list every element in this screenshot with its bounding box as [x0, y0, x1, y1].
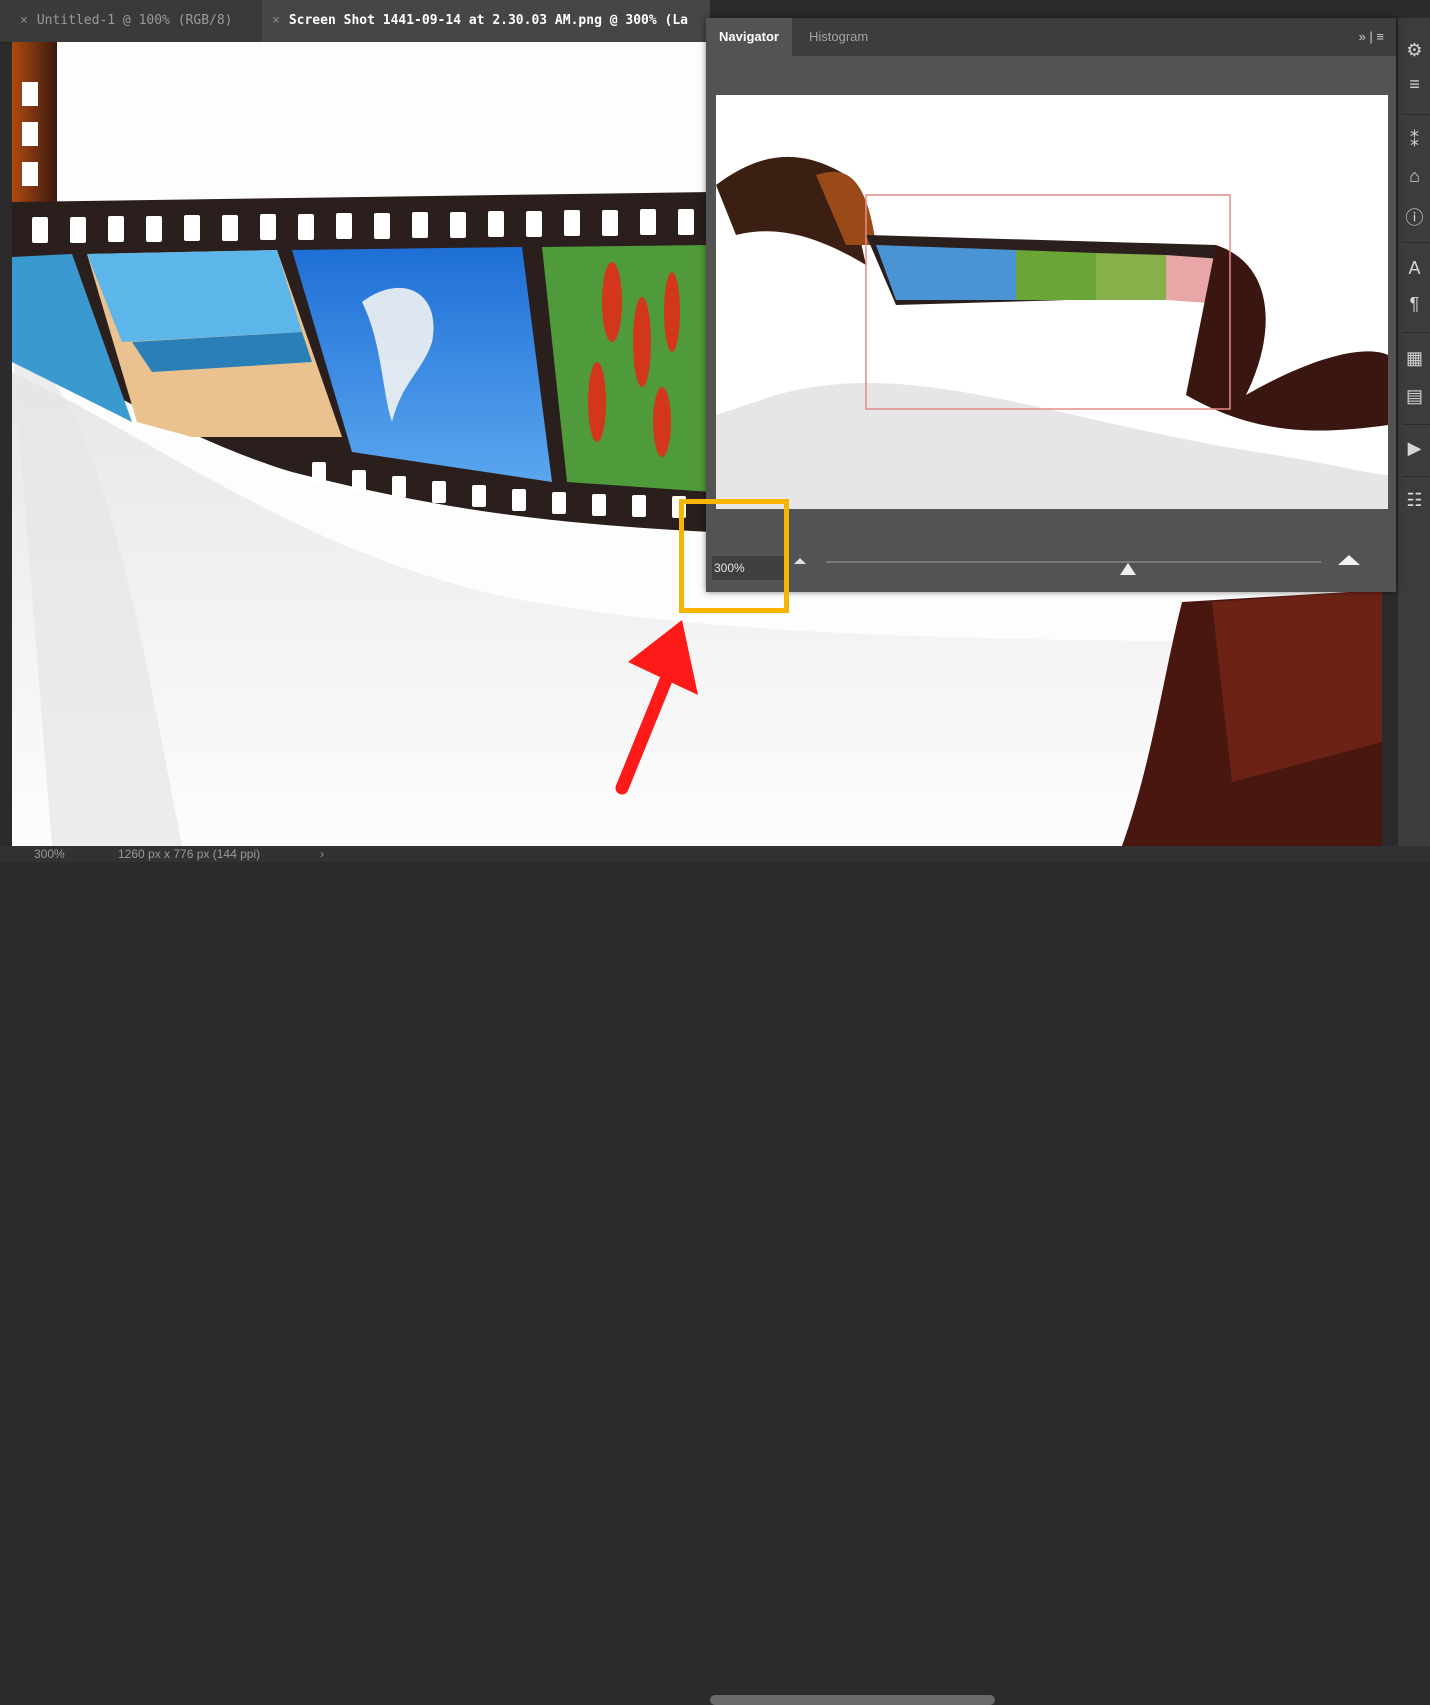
document-tab-bar: × Untitled-1 @ 100% (RGB/8) × Screen Shot …	[0, 0, 710, 43]
zoom-slider-thumb[interactable]	[1119, 563, 1136, 575]
paragraph-icon[interactable]: ¶	[1398, 294, 1430, 315]
toolbar-divider	[1402, 242, 1430, 243]
tab-label: Untitled-1 @ 100% (RGB/8)	[36, 13, 233, 28]
navigator-panel: Navigator Histogram » | ≡ 300%	[706, 18, 1396, 592]
play-icon[interactable]: ▶	[1398, 438, 1430, 459]
toolbar-divider	[1402, 476, 1430, 477]
actions-icon[interactable]: ☷	[1398, 490, 1430, 511]
info-icon[interactable]: ⓘ	[1398, 204, 1430, 230]
character-icon[interactable]: A	[1398, 258, 1430, 279]
notes-icon[interactable]: ▤	[1398, 386, 1430, 407]
navigator-thumbnail	[716, 156, 1388, 509]
zoom-in-icon[interactable]	[1338, 555, 1360, 565]
horizontal-scrollbar[interactable]	[710, 1695, 995, 1705]
tab-label: Screen Shot 1441-09-14 at 2.30.03 AM.png…	[288, 13, 688, 28]
right-panel-dock: ⚙ ≡ ⁑ ⌂ ⓘ A ¶ ▦ ▤ ▶ ☷	[1397, 18, 1430, 846]
navigator-icon[interactable]: ⚙	[1398, 40, 1430, 61]
histogram-icon[interactable]: ≡	[1398, 74, 1430, 95]
properties-icon[interactable]: ⁑	[1398, 130, 1430, 151]
toolbar-divider	[1402, 424, 1430, 425]
navigator-preview[interactable]	[716, 95, 1388, 509]
status-bar: 300% 1260 px x 776 px (144 ppi) ›	[0, 846, 1430, 1705]
status-menu-arrow-icon[interactable]: ›	[320, 847, 324, 861]
status-doc-info: 1260 px x 776 px (144 ppi)	[118, 847, 261, 861]
zoom-slider[interactable]	[826, 561, 1321, 563]
layers-icon[interactable]: ▦	[1398, 348, 1430, 369]
status-zoom[interactable]: 300%	[34, 847, 65, 861]
highlight-annotation-box	[679, 499, 789, 613]
libraries-icon[interactable]: ⌂	[1398, 166, 1430, 187]
tab-untitled-1[interactable]: × Untitled-1 @ 100% (RGB/8)	[0, 0, 262, 42]
toolbar-divider	[1402, 332, 1430, 333]
tab-navigator[interactable]: Navigator	[706, 18, 792, 56]
tab-histogram[interactable]: Histogram	[796, 18, 881, 56]
zoom-out-icon[interactable]	[794, 558, 806, 564]
panel-menu-icon[interactable]: » | ≡	[1359, 18, 1384, 56]
red-arrow-annotation	[615, 620, 698, 795]
close-tab-icon[interactable]: ×	[272, 13, 280, 28]
navigator-panel-header: Navigator Histogram » | ≡	[706, 18, 1396, 56]
toolbar-divider	[1402, 114, 1430, 115]
tab-screenshot[interactable]: × Screen Shot 1441-09-14 at 2.30.03 AM.pn…	[262, 0, 710, 42]
close-tab-icon[interactable]: ×	[20, 13, 28, 28]
